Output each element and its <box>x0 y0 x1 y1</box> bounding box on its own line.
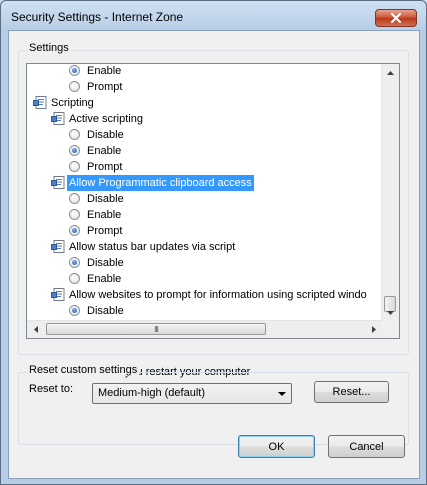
tree-item-label: Enable <box>87 209 122 221</box>
setting-item[interactable]: Allow Programmatic clipboard access <box>27 175 387 191</box>
chevron-left-icon <box>33 326 38 333</box>
radio-button[interactable] <box>69 129 80 140</box>
vertical-scrollbar[interactable] <box>381 64 399 321</box>
setting-icon <box>51 240 65 253</box>
tree-item-label: Disable <box>87 193 124 205</box>
radio-button[interactable] <box>69 161 80 172</box>
scroll-left-button[interactable] <box>27 321 44 338</box>
tree-item-label: Enable <box>87 145 122 157</box>
settings-tree[interactable]: Enable Prompt Scripting Active scripting Dis… <box>26 63 400 339</box>
scroll-grip: III <box>154 324 159 334</box>
setting-category[interactable]: Scripting <box>27 95 387 111</box>
setting-icon <box>51 176 65 189</box>
tree-item-label: Prompt <box>87 161 123 173</box>
radio-button[interactable] <box>69 273 80 284</box>
tree-item-label: Disable <box>87 257 124 269</box>
setting-icon <box>51 112 65 125</box>
cancel-button[interactable]: Cancel <box>328 435 405 458</box>
radio-button-checked[interactable] <box>69 257 80 268</box>
settings-group-label: Settings <box>27 42 71 54</box>
tree-item-label: Prompt <box>87 225 123 237</box>
dropdown-arrow-icon <box>278 392 286 396</box>
radio-option[interactable]: Enable <box>27 143 387 159</box>
radio-option[interactable]: Disable <box>27 191 387 207</box>
setting-item[interactable]: Allow status bar updates via script <box>27 239 387 255</box>
cancel-button-label: Cancel <box>349 440 384 453</box>
radio-button[interactable] <box>69 193 80 204</box>
radio-button[interactable] <box>69 81 80 92</box>
tree-item-label: Enable <box>87 273 122 285</box>
chevron-down-icon <box>387 310 394 315</box>
setting-item[interactable]: Allow websites to prompt for information… <box>27 287 387 303</box>
radio-option[interactable]: Prompt <box>27 223 387 239</box>
reset-to-label: Reset to: <box>29 383 74 395</box>
title-bar[interactable]: Security Settings - Internet Zone <box>1 1 426 31</box>
radio-button-checked[interactable] <box>69 65 80 76</box>
setting-icon <box>51 288 65 301</box>
radio-button-checked[interactable] <box>69 305 80 316</box>
radio-option[interactable]: Enable <box>27 64 387 79</box>
tree-item-label: Disable <box>87 305 124 317</box>
chevron-right-icon <box>371 326 376 333</box>
tree-item-label: Disable <box>87 129 124 141</box>
radio-button[interactable] <box>69 209 80 220</box>
reset-group-label: Reset custom settings <box>27 364 140 376</box>
radio-option[interactable]: Enable <box>27 271 387 287</box>
tree-item-label: Scripting <box>51 97 94 109</box>
ok-button[interactable]: OK <box>238 435 315 458</box>
tree-item-label: Active scripting <box>69 113 143 125</box>
settings-category-icon <box>33 96 47 109</box>
ok-button-label: OK <box>268 440 285 453</box>
reset-level-value: Medium-high (default) <box>98 387 205 399</box>
dialog-body: Settings Enable Prompt Scripting Active scr… <box>8 30 420 479</box>
tree-item-label: Enable <box>87 65 122 77</box>
window-title: Security Settings - Internet Zone <box>11 10 184 24</box>
close-icon <box>391 13 401 23</box>
scroll-right-button[interactable] <box>365 321 382 338</box>
reset-level-dropdown[interactable]: Medium-high (default) <box>92 383 292 404</box>
setting-item[interactable]: Active scripting <box>27 111 387 127</box>
scroll-down-button[interactable] <box>382 304 399 321</box>
reset-button[interactable]: Reset... <box>314 381 389 403</box>
radio-option[interactable]: Disable <box>27 255 387 271</box>
security-settings-dialog: Security Settings - Internet Zone Settin… <box>0 0 427 485</box>
horizontal-scroll-thumb[interactable]: III <box>46 323 266 335</box>
radio-option[interactable]: Disable <box>27 127 387 143</box>
horizontal-scrollbar[interactable]: III <box>27 320 382 338</box>
radio-option[interactable]: Enable <box>27 207 387 223</box>
scroll-up-button[interactable] <box>382 64 399 81</box>
tree-item-label: Allow Programmatic clipboard access <box>67 175 254 191</box>
radio-button-checked[interactable] <box>69 145 80 156</box>
close-button[interactable] <box>375 9 417 27</box>
tree-item-label: Allow websites to prompt for information… <box>69 289 367 301</box>
radio-option[interactable]: Prompt <box>27 79 387 95</box>
radio-button-checked[interactable] <box>69 225 80 236</box>
tree-item-label: Allow status bar updates via script <box>69 241 236 253</box>
scroll-corner <box>382 321 399 338</box>
tree-item-label: Prompt <box>87 81 123 93</box>
radio-option[interactable]: Disable <box>27 303 387 319</box>
radio-option[interactable]: Prompt <box>27 159 387 175</box>
chevron-up-icon <box>387 70 394 75</box>
reset-button-label: Reset... <box>332 386 371 398</box>
